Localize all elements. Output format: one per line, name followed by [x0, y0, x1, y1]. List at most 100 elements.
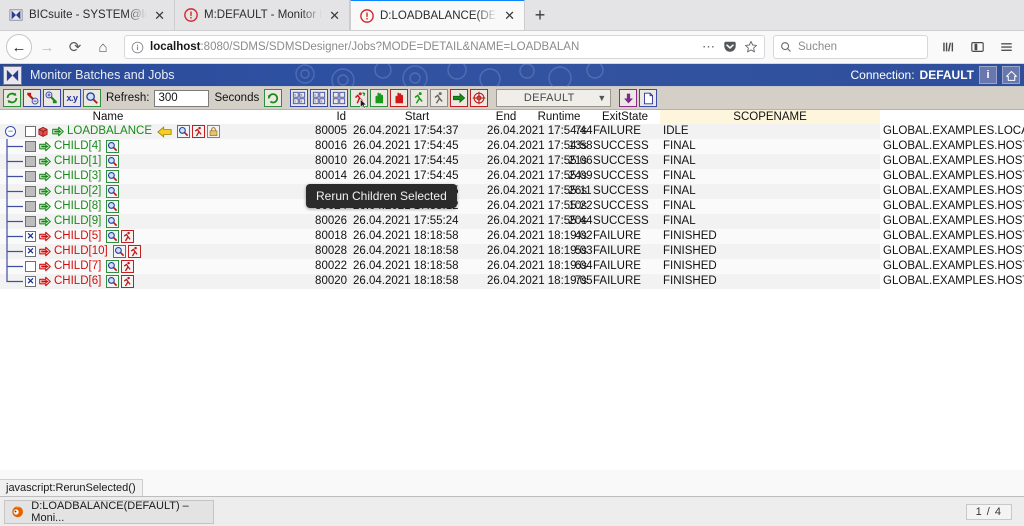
search-input[interactable]: Suchen: [798, 41, 837, 53]
close-icon[interactable]: ✕: [153, 9, 166, 22]
row-checkbox[interactable]: [25, 186, 36, 197]
new-document-icon[interactable]: [639, 89, 658, 107]
column-header-runtime[interactable]: Runtime: [528, 110, 591, 124]
search-icon[interactable]: [106, 155, 120, 168]
workspace-indicator[interactable]: 1 / 4: [965, 503, 1012, 520]
lock-icon[interactable]: [207, 125, 221, 138]
job-name-link[interactable]: CHILD[4]: [54, 139, 101, 154]
close-icon[interactable]: ✕: [503, 9, 516, 22]
column-header-id[interactable]: Id: [216, 110, 351, 124]
job-name-link[interactable]: CHILD[7]: [54, 259, 101, 274]
row-checkbox[interactable]: [25, 156, 36, 167]
download-icon[interactable]: [619, 89, 638, 107]
rerun-icon[interactable]: [121, 230, 135, 243]
sidebar-icon[interactable]: [965, 34, 989, 60]
reload-icon[interactable]: ⟳: [62, 34, 88, 60]
view-grid-2-icon[interactable]: xxx: [310, 89, 329, 107]
rerun-icon[interactable]: [121, 260, 135, 273]
table-row[interactable]: − LOADBALANCE 80005 26.04.2021 17:54:37 26.0…: [0, 124, 1024, 139]
row-checkbox[interactable]: [25, 216, 36, 227]
reload-icon[interactable]: [3, 89, 21, 107]
pocket-icon[interactable]: [723, 40, 737, 54]
table-row[interactable]: CHILD[5] 8001826.04.2021 18:18:5826.04.20…: [0, 229, 1024, 244]
page-actions-icon[interactable]: ⋯: [702, 39, 716, 55]
browser-tab-loadbalance[interactable]: D:LOADBALANCE(DEFAU ✕: [350, 0, 525, 30]
search-icon[interactable]: [106, 170, 120, 183]
row-checkbox[interactable]: [25, 141, 36, 152]
job-name-link[interactable]: LOADBALANCE: [67, 124, 152, 139]
search-icon[interactable]: [83, 89, 101, 107]
taskbar-item-firefox[interactable]: D:LOADBALANCE(DEFAULT) – Moni...: [4, 499, 214, 524]
job-name-link[interactable]: CHILD[6]: [54, 274, 101, 289]
row-checkbox[interactable]: [25, 231, 36, 242]
table-row[interactable]: CHILD[7] 80022 26.04.2021 18:18:58 26.04.20…: [0, 259, 1024, 274]
job-name-link[interactable]: CHILD[5]: [54, 229, 101, 244]
job-name-link[interactable]: CHILD[2]: [54, 184, 101, 199]
run-alt-icon[interactable]: [430, 89, 449, 107]
row-checkbox[interactable]: [25, 126, 36, 137]
bookmark-star-icon[interactable]: [744, 40, 758, 54]
job-name-link[interactable]: CHILD[1]: [54, 154, 101, 169]
row-checkbox[interactable]: [25, 201, 36, 212]
view-grid-3-icon[interactable]: [330, 89, 349, 107]
search-icon[interactable]: [106, 260, 120, 273]
search-bar[interactable]: Suchen: [773, 35, 928, 59]
run-icon[interactable]: [410, 89, 429, 107]
suspend-icon[interactable]: [390, 89, 409, 107]
search-icon[interactable]: [106, 215, 120, 228]
home-icon[interactable]: ⌂: [90, 34, 116, 60]
row-checkbox[interactable]: [25, 261, 36, 272]
search-icon[interactable]: [112, 245, 126, 258]
browser-tab-monitor[interactable]: M:DEFAULT - Monitor Bat ✕: [175, 0, 350, 30]
library-icon[interactable]: [936, 34, 960, 60]
xy-sort-icon[interactable]: x.y: [63, 89, 81, 107]
search-icon[interactable]: [106, 230, 120, 243]
table-row[interactable]: CHILD[9] 80026 26.04.2021 17:55:24 26.04.20…: [0, 214, 1024, 229]
expand-all-icon[interactable]: [43, 89, 61, 107]
forward-icon[interactable]: →: [34, 34, 60, 60]
table-row[interactable]: CHILD[4] 80016 26.04.2021 17:54:45 26.04.20…: [0, 139, 1024, 154]
collapse-toggle-icon[interactable]: −: [5, 126, 16, 137]
resume-icon[interactable]: [370, 89, 389, 107]
browser-tab-bicsuite[interactable]: BICsuite - SYSTEM@local ✕: [0, 0, 175, 30]
table-row[interactable]: CHILD[3] 80014 26.04.2021 17:54:45 26.04.20…: [0, 169, 1024, 184]
close-icon[interactable]: ✕: [328, 9, 341, 22]
url-bar[interactable]: localhost:8080/SDMS/SDMSDesigner/Jobs?MO…: [124, 35, 765, 59]
page-info-icon[interactable]: [131, 41, 144, 54]
search-icon[interactable]: [177, 125, 191, 138]
row-checkbox[interactable]: [25, 246, 36, 257]
scope-select[interactable]: DEFAULT ▼: [496, 89, 612, 107]
submit-icon[interactable]: [450, 89, 469, 107]
info-icon[interactable]: i: [979, 66, 997, 84]
refresh-input[interactable]: 300: [154, 89, 210, 107]
table-row[interactable]: CHILD[6] 8002026.04.2021 18:18:5826.04.20…: [0, 274, 1024, 289]
search-icon[interactable]: [106, 200, 120, 213]
table-row[interactable]: CHILD[10] 8002826.04.2021 18:18:5826.04.2…: [0, 244, 1024, 259]
column-header-name[interactable]: Name: [0, 110, 217, 124]
rerun-icon[interactable]: [192, 125, 206, 138]
search-icon[interactable]: [106, 275, 120, 288]
back-icon[interactable]: ←: [6, 34, 32, 60]
search-icon[interactable]: [106, 140, 120, 153]
new-tab-button[interactable]: +: [525, 0, 555, 30]
home-icon[interactable]: [1002, 66, 1020, 84]
job-name-link[interactable]: CHILD[10]: [54, 244, 108, 259]
menu-hamburger-icon[interactable]: [994, 34, 1018, 60]
column-header-end[interactable]: End: [484, 110, 529, 124]
rerun-icon[interactable]: [127, 245, 141, 258]
job-name-link[interactable]: CHILD[9]: [54, 214, 101, 229]
row-checkbox[interactable]: [25, 171, 36, 182]
column-header-scopename[interactable]: SCOPENAME: [660, 110, 881, 124]
job-name-link[interactable]: CHILD[8]: [54, 199, 101, 214]
rerun-children-selected-icon[interactable]: [350, 89, 369, 109]
rerun-icon[interactable]: [121, 275, 135, 288]
auto-refresh-icon[interactable]: [264, 89, 283, 107]
row-checkbox[interactable]: [25, 276, 36, 287]
job-name-link[interactable]: CHILD[3]: [54, 169, 101, 184]
collapse-all-icon[interactable]: [23, 89, 41, 107]
column-header-start[interactable]: Start: [350, 110, 485, 124]
column-header-exitstate[interactable]: ExitState: [590, 110, 661, 124]
target-icon[interactable]: [470, 89, 489, 107]
view-grid-1-icon[interactable]: xxxx: [290, 89, 309, 107]
table-row[interactable]: CHILD[1] 80010 26.04.2021 17:54:45 26.04.20…: [0, 154, 1024, 169]
